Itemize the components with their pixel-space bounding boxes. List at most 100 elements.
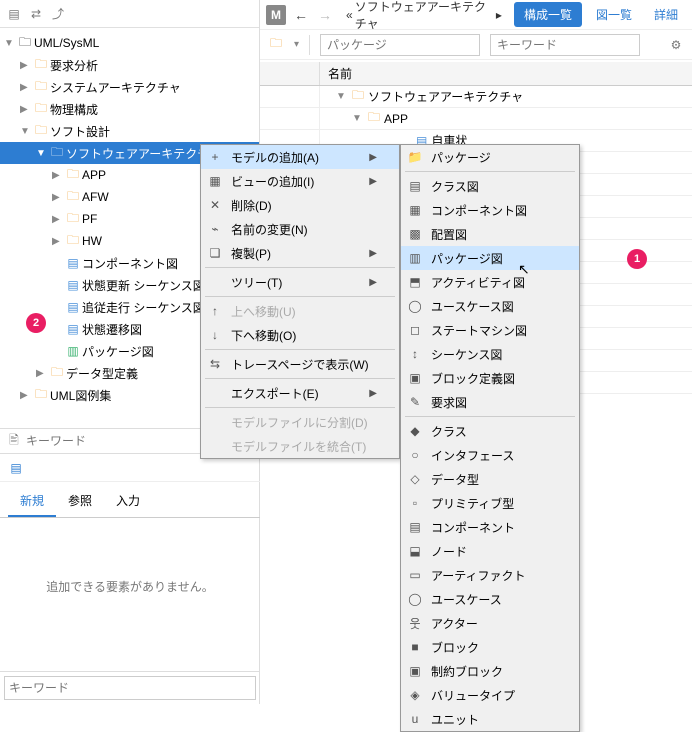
menu-item-icon: ↑ [207, 304, 223, 318]
tree-item[interactable]: ▼🗀ソフト設計 [0, 120, 259, 142]
detail-link[interactable]: 詳細 [646, 2, 686, 27]
menu-item-label: プリミティブ型 [431, 495, 514, 512]
menu-item[interactable]: ■ブロック [401, 635, 579, 659]
tree-item[interactable]: ▶🗀要求分析 [0, 54, 259, 76]
tab-new[interactable]: 新規 [8, 486, 56, 517]
toolbar-icon-2[interactable]: ⇄ [28, 6, 44, 22]
menu-item-icon: ◇ [407, 472, 423, 486]
menu-item[interactable]: ⇆トレースページで表示(W) [201, 352, 399, 376]
folder-icon: 🗀 [32, 385, 50, 406]
table-row-label: ソフトウェアアーキテクチャ [368, 88, 523, 105]
menu-item[interactable]: ○インタフェース [401, 443, 579, 467]
menu-item-label: ユースケース図 [431, 298, 514, 315]
tree-item[interactable]: ▶🗀物理構成 [0, 98, 259, 120]
breadcrumb[interactable]: « ソフトウェアアーキテクチャ ▸ [340, 0, 508, 32]
tree-item-label: APP [82, 168, 106, 182]
callout-badge-2: 2 [26, 313, 46, 333]
menu-item[interactable]: ▣ブロック定義図 [401, 366, 579, 390]
menu-item[interactable]: 📁パッケージ [401, 145, 579, 169]
menu-item-icon: ✎ [407, 395, 423, 409]
menu-item-label: コンポーネント [431, 519, 515, 536]
menu-item[interactable]: ◻ステートマシン図 [401, 318, 579, 342]
menu-item[interactable]: ✎ 要求図 [401, 390, 579, 414]
menu-item[interactable]: ツリー(T)▶ [201, 270, 399, 294]
menu-item[interactable]: ✕削除(D) [201, 193, 399, 217]
folder-icon: 🗀 [32, 121, 50, 142]
menu-item[interactable]: ◈バリュータイプ [401, 683, 579, 707]
chevron-down-icon[interactable]: ▾ [294, 39, 299, 50]
menu-item[interactable]: ⬒アクティビティ図 [401, 270, 579, 294]
package-filter-input[interactable] [320, 34, 480, 56]
menu-item-icon: ▦ [207, 174, 223, 188]
menu-item-label: ツリー(T) [231, 274, 282, 291]
menu-item[interactable]: ▤クラス図 [401, 174, 579, 198]
structure-list-button[interactable]: 構成一覧 [514, 2, 582, 27]
tree-item[interactable]: ▶🗀システムアーキテクチャ [0, 76, 259, 98]
folder-icon: 🗀 [32, 55, 50, 76]
tree-item-label: ソフト設計 [50, 123, 110, 140]
menu-item[interactable]: ◆クラス [401, 419, 579, 443]
menu-item-icon: ▤ [407, 520, 423, 534]
menu-item[interactable]: 웃アクター [401, 611, 579, 635]
bottom-keyword-bar [0, 671, 260, 704]
menu-item-label: モデルの追加(A) [231, 149, 319, 166]
menu-item-label: 下へ移動(O) [231, 327, 296, 344]
menu-item-icon: ⌁ [207, 222, 223, 236]
menu-item[interactable]: uユニット [401, 707, 579, 731]
keyword-filter-input[interactable] [490, 34, 640, 56]
menu-item[interactable]: ▩配置図 [401, 222, 579, 246]
menu-item[interactable]: ⌁名前の変更(N) [201, 217, 399, 241]
menu-item[interactable]: ▣制約ブロック [401, 659, 579, 683]
menu-item-icon: ▩ [407, 227, 423, 241]
table-row[interactable]: ▼🗀ソフトウェアアーキテクチャ [260, 86, 692, 108]
menu-item[interactable]: ▥パッケージ図 [401, 246, 579, 270]
col-name-header[interactable]: 名前 [320, 65, 692, 82]
menu-item[interactable]: ↕シーケンス図 [401, 342, 579, 366]
menu-item-label: 複製(P) [231, 245, 271, 262]
toolbar-icon-3[interactable]: ⤴ [50, 6, 66, 22]
menu-item-label: 要求図 [431, 394, 467, 411]
menu-item-icon: ↕ [407, 347, 423, 361]
lower-panel: ▤ 新規 参照 入力 追加できる要素がありません。 [0, 454, 260, 704]
bottom-keyword-input[interactable] [4, 676, 256, 700]
diagram-list-link[interactable]: 図一覧 [588, 2, 640, 27]
menu-item[interactable]: ▦ビューの追加(I)▶ [201, 169, 399, 193]
table-row[interactable]: ▼🗀APP [260, 108, 692, 130]
nav-forward[interactable]: → [316, 6, 334, 24]
project-icon: 🗀 [16, 33, 34, 54]
menu-item-icon: ◯ [407, 299, 423, 313]
tab-ref[interactable]: 参照 [56, 486, 104, 517]
menu-item[interactable]: ❏複製(P)▶ [201, 241, 399, 265]
nav-back[interactable]: ← [292, 6, 310, 24]
menu-item-label: クラス図 [431, 178, 479, 195]
menu-item-icon: ⬓ [407, 544, 423, 558]
diagram-icon: ▤ [64, 278, 82, 292]
toolbar-icon-1[interactable]: ▤ [6, 6, 22, 22]
menu-item[interactable]: ↓下へ移動(O) [201, 323, 399, 347]
menu-item-icon: ▫ [407, 496, 423, 510]
settings-icon[interactable]: ⚙ [668, 37, 684, 53]
tab-input[interactable]: 入力 [104, 486, 152, 517]
table-header: 名前 [260, 62, 692, 86]
menu-item-label: エクスポート(E) [231, 385, 319, 402]
filter-icon[interactable]: 🖹 [6, 433, 22, 449]
menu-item[interactable]: ◯ ユースケース図 [401, 294, 579, 318]
tree-item-label: HW [82, 234, 102, 248]
menu-item-icon: 웃 [407, 615, 423, 632]
diagram-icon: ▤ [64, 300, 82, 314]
menu-item[interactable]: ▫ プリミティブ型 [401, 491, 579, 515]
menu-item-icon: ▦ [407, 203, 423, 217]
menu-item-label: インタフェース [431, 447, 514, 464]
menu-item[interactable]: エクスポート(E)▶ [201, 381, 399, 405]
menu-item-icon: ▥ [407, 251, 423, 265]
menu-item[interactable]: ◇データ型 [401, 467, 579, 491]
package-filter-icon[interactable]: 🗀 [268, 37, 284, 53]
tree-root[interactable]: ▼ 🗀 UML/SysML [0, 32, 259, 54]
menu-item[interactable]: ▭アーティファクト [401, 563, 579, 587]
menu-item[interactable]: ▤ コンポーネント [401, 515, 579, 539]
menu-item[interactable]: ◯ユースケース [401, 587, 579, 611]
menu-item[interactable]: +モデルの追加(A)▶ [201, 145, 399, 169]
menu-item[interactable]: ⬓ノード [401, 539, 579, 563]
menu-item[interactable]: ▦コンポーネント図 [401, 198, 579, 222]
menu-item-label: トレースページで表示(W) [231, 356, 369, 373]
